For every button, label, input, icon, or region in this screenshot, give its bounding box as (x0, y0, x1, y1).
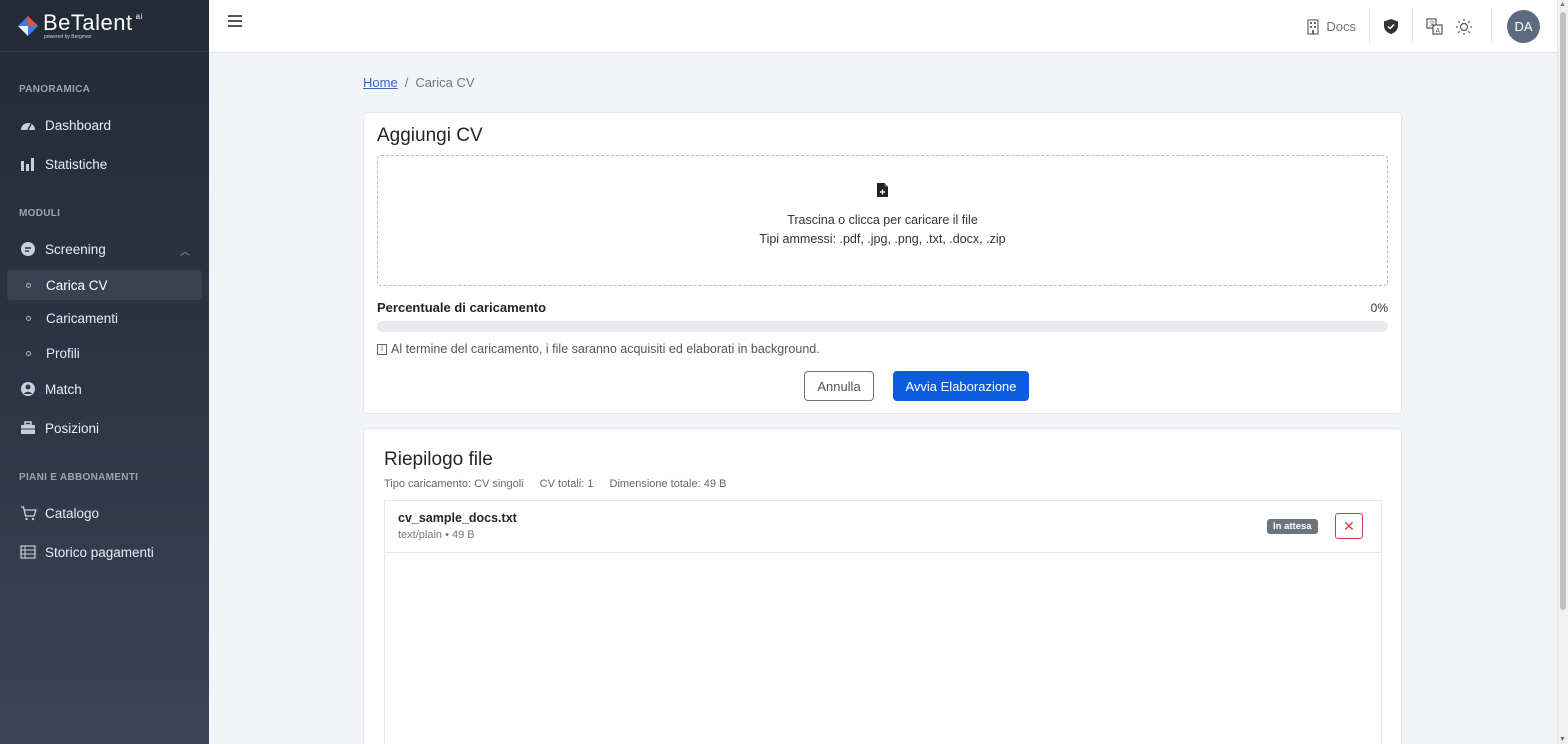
section-moduli: MODULI (19, 208, 61, 219)
sidebar: BeTalent ai powered by Bergman PANORAMICA… (0, 0, 209, 744)
sidebar-item-carica-cv[interactable]: Carica CV (7, 270, 202, 300)
breadcrumb-current: Carica CV (415, 75, 475, 90)
sidebar-item-statistiche[interactable]: Statistiche (7, 149, 202, 179)
avatar[interactable]: DA (1507, 10, 1540, 43)
sidebar-item-posizioni[interactable]: Posizioni (7, 413, 202, 443)
progress-label: Percentuale di caricamento (377, 300, 547, 315)
chevron-up-icon: ︿ (180, 247, 190, 258)
info-note: i Al termine del caricamento, i file sar… (377, 342, 820, 356)
topbar-actions: Docs 文A DA (1307, 0, 1568, 53)
sidebar-item-screening[interactable]: Screening ︿ (7, 234, 202, 264)
section-piani-abbonamenti: PIANI E ABBONAMENTI (19, 472, 139, 483)
breadcrumb-separator: / (404, 75, 409, 90)
scroll-down-icon[interactable]: ▼ (1559, 736, 1566, 743)
upload-title: Aggiungi CV (377, 125, 483, 146)
menu-toggle-icon[interactable] (228, 15, 242, 29)
table-icon (19, 543, 37, 561)
brand-name: BeTalent ai (43, 9, 143, 35)
sidebar-item-label: Catalogo (45, 505, 100, 521)
progress-bar (377, 321, 1388, 332)
page-scrollbar[interactable]: ▲ ▼ (1557, 0, 1568, 744)
total-cv: CV totali: 1 (539, 478, 594, 490)
summary-meta: Tipo caricamento: CV singoli CV totali: … (384, 478, 739, 490)
file-name: cv_sample_docs.txt (398, 511, 517, 525)
svg-text:文: 文 (1429, 20, 1435, 28)
docs-label: Docs (1326, 19, 1356, 34)
sidebar-item-catalogo[interactable]: Catalogo (7, 498, 202, 528)
total-size: Dimensione totale: 49 B (609, 478, 727, 490)
building-icon (1307, 18, 1319, 35)
info-text: Al termine del caricamento, i file saran… (391, 342, 820, 356)
sidebar-item-label: Dashboard (45, 117, 112, 133)
file-add-icon (378, 182, 1387, 203)
dropzone-allowed-types: Tipi ammessi: .pdf, .jpg, .png, .txt, .d… (759, 232, 1006, 246)
close-icon: ✕ (1343, 517, 1355, 534)
betalent-logo-icon (18, 15, 38, 36)
divider (1491, 9, 1492, 44)
sidebar-item-label: Statistiche (45, 156, 108, 172)
sidebar-item-label: Storico pagamenti (45, 544, 154, 560)
sidebar-item-match[interactable]: Match (7, 374, 202, 404)
sidebar-item-label: Caricamenti (46, 310, 119, 326)
sun-theme-icon[interactable] (1449, 18, 1479, 36)
topbar: Docs 文A DA (209, 0, 1568, 53)
sidebar-item-label: Posizioni (45, 420, 100, 436)
sidebar-item-label: Carica CV (46, 277, 108, 293)
remove-file-button[interactable]: ✕ (1335, 513, 1363, 539)
bullet-icon (26, 315, 31, 321)
user-circle-icon (19, 380, 37, 398)
info-icon: i (377, 343, 387, 355)
breadcrumb: Home / Carica CV (363, 75, 475, 90)
file-dropzone[interactable]: Trascina o clicca per caricare il file T… (377, 155, 1388, 286)
bullet-icon (26, 282, 31, 288)
sidebar-item-label: Profili (46, 345, 80, 361)
upload-type: Tipo caricamento: CV singoli (384, 478, 524, 490)
sidebar-item-storico-pagamenti[interactable]: Storico pagamenti (7, 537, 202, 567)
divider (1412, 9, 1413, 44)
sidebar-item-dashboard[interactable]: Dashboard (7, 110, 202, 140)
svg-text:A: A (1435, 27, 1440, 35)
progress-value: 0% (1370, 301, 1388, 315)
brand[interactable]: BeTalent ai powered by Bergman (0, 0, 209, 52)
file-info: text/plain • 49 B (398, 529, 475, 541)
bullet-icon (26, 350, 31, 356)
brand-tagline: powered by Bergman (44, 33, 92, 40)
sidebar-item-label: Screening (45, 241, 106, 257)
dropzone-instruction: Trascina o clicca per caricare il file (787, 213, 978, 227)
bar-chart-icon (19, 155, 37, 173)
list-item: cv_sample_docs.txt text/plain • 49 B In … (385, 501, 1381, 553)
translate-icon[interactable]: 文A (1419, 18, 1449, 35)
cart-icon (19, 504, 37, 522)
file-list: cv_sample_docs.txt text/plain • 49 B In … (384, 500, 1382, 744)
briefcase-icon (19, 419, 37, 437)
upload-card: Aggiungi CV Trascina o clicca per carica… (363, 112, 1402, 414)
scroll-thumb[interactable] (1560, 12, 1566, 610)
shield-icon[interactable] (1370, 18, 1412, 35)
start-processing-button[interactable]: Avvia Elaborazione (893, 371, 1029, 401)
summary-title: Riepilogo file (384, 449, 493, 470)
gauge-icon (19, 116, 37, 134)
sidebar-item-caricamenti[interactable]: Caricamenti (7, 303, 202, 333)
breadcrumb-home-link[interactable]: Home (363, 75, 398, 90)
sidebar-item-profili[interactable]: Profili (7, 338, 202, 368)
docs-link[interactable]: Docs (1307, 18, 1369, 35)
scroll-up-icon[interactable]: ▲ (1559, 1, 1566, 8)
status-badge: In attesa (1267, 519, 1318, 534)
sidebar-item-label: Match (45, 381, 82, 397)
cancel-button[interactable]: Annulla (804, 371, 874, 401)
section-panoramica: PANORAMICA (19, 84, 91, 95)
screening-icon (19, 240, 37, 258)
file-summary-card: Riepilogo file Tipo caricamento: CV sing… (363, 428, 1402, 744)
